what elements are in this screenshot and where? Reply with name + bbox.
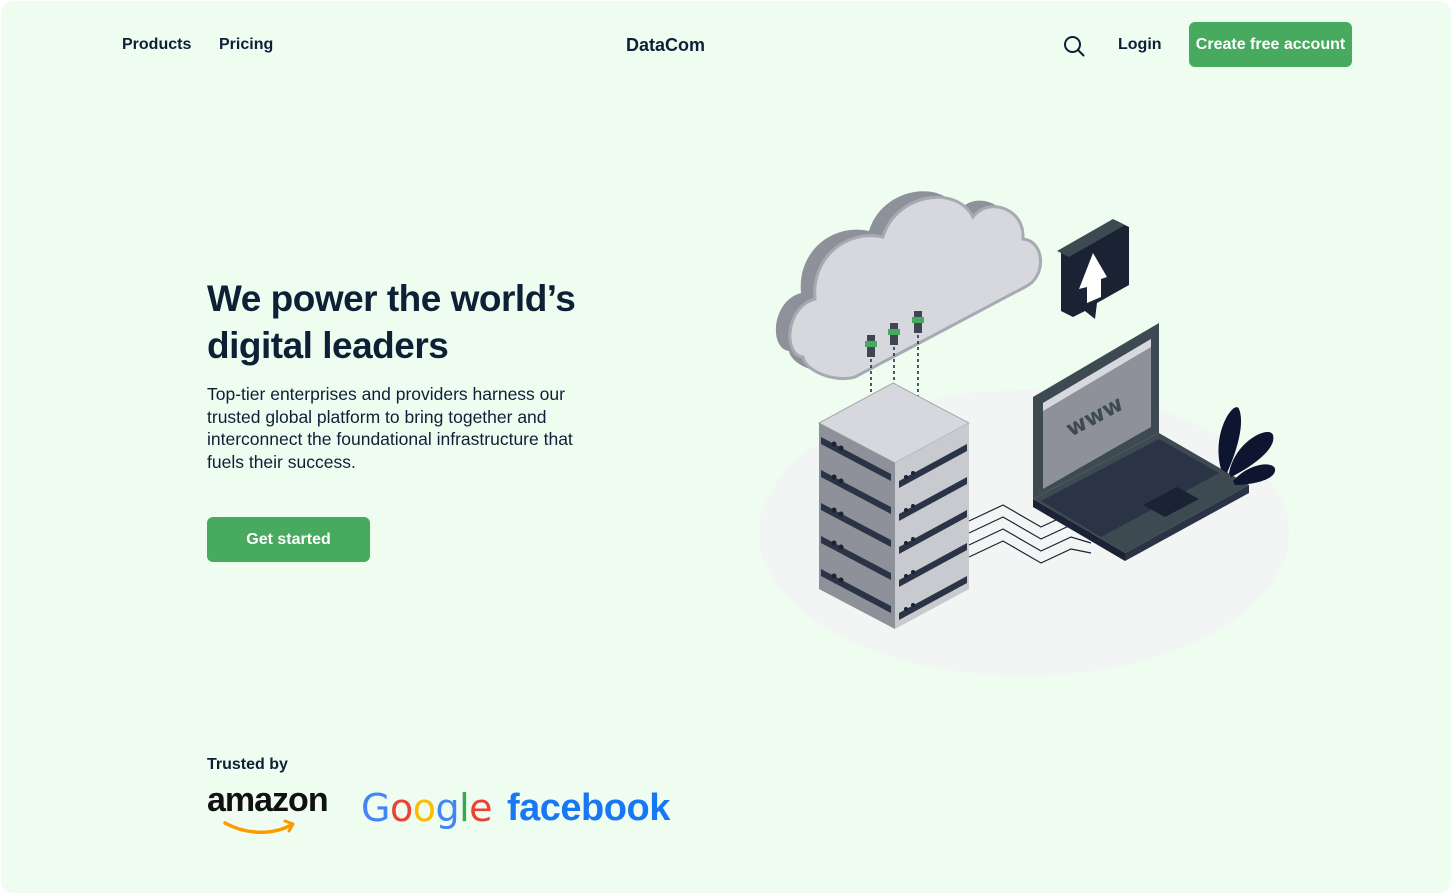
facebook-logo: facebook	[507, 787, 670, 829]
hero-title: We power the world’s digital leaders	[207, 278, 576, 366]
google-letter: G	[361, 786, 390, 830]
nav-pricing-link[interactable]: Pricing	[219, 34, 273, 56]
google-letter: e	[469, 786, 493, 830]
google-letter: l	[459, 786, 470, 830]
brand-logo[interactable]: DataCom	[626, 33, 705, 57]
get-started-button[interactable]: Get started	[207, 517, 370, 562]
trusted-by-label: Trusted by	[207, 756, 288, 773]
amazon-logo: amazon	[205, 781, 335, 837]
google-logo: Google	[361, 783, 493, 833]
google-letter: g	[435, 786, 460, 830]
landing-page: Products Pricing DataCom Login Create fr…	[1, 1, 1451, 893]
search-icon[interactable]	[1062, 34, 1086, 58]
google-letter: o	[412, 786, 436, 830]
hero-description: Top-tier enterprises and providers harne…	[207, 384, 573, 472]
hero-illustration: www	[759, 191, 1289, 676]
login-link[interactable]: Login	[1118, 34, 1162, 56]
server-stack	[817, 382, 971, 629]
create-account-button[interactable]: Create free account	[1189, 22, 1352, 67]
nav-products-link[interactable]: Products	[122, 34, 191, 56]
google-letter: o	[389, 786, 413, 830]
upload-arrow-icon	[1057, 219, 1129, 319]
amazon-smile-icon	[223, 819, 295, 834]
